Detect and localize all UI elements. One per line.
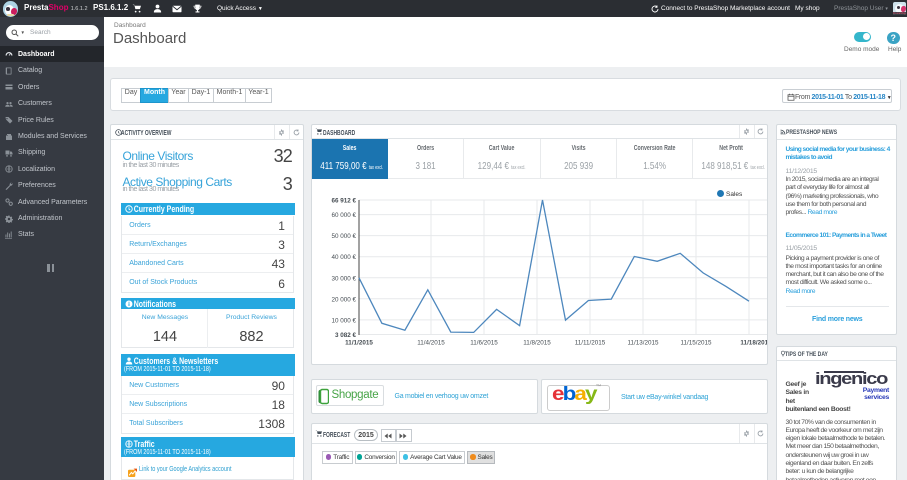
svg-text:3 082 €: 3 082 €: [335, 332, 357, 339]
svg-text:10 000 €: 10 000 €: [331, 317, 356, 324]
svg-text:11/18/2015: 11/18/2015: [740, 340, 768, 347]
svg-text:11/1/2015: 11/1/2015: [345, 340, 373, 347]
svg-text:11/4/2015: 11/4/2015: [417, 340, 445, 347]
svg-text:50 000 €: 50 000 €: [331, 233, 356, 240]
svg-text:20 000 €: 20 000 €: [331, 296, 356, 303]
svg-text:11/11/2015: 11/11/2015: [575, 340, 606, 347]
svg-text:11/8/2015: 11/8/2015: [523, 340, 551, 347]
svg-text:11/15/2015: 11/15/2015: [680, 340, 712, 347]
svg-text:30 000 €: 30 000 €: [331, 275, 356, 282]
svg-text:40 000 €: 40 000 €: [331, 254, 356, 261]
svg-text:11/13/2015: 11/13/2015: [627, 340, 659, 347]
svg-text:11/6/2015: 11/6/2015: [470, 340, 498, 347]
svg-text:60 000 €: 60 000 €: [331, 212, 356, 219]
svg-text:66 912 €: 66 912 €: [331, 198, 356, 205]
svg-text:Sales: Sales: [726, 191, 743, 198]
